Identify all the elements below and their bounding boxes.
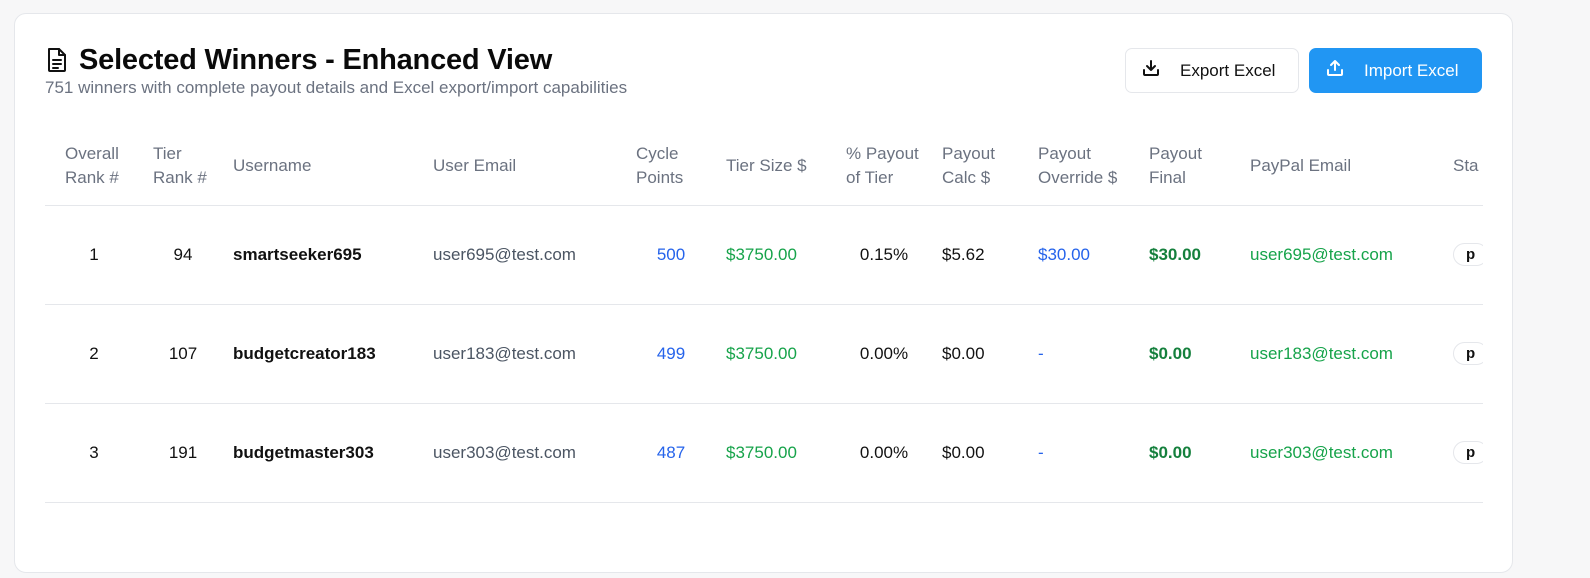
download-icon [1142, 59, 1180, 82]
export-excel-button[interactable]: Export Excel [1125, 48, 1299, 93]
tier-rank-cell: 94 [143, 205, 223, 305]
column-header-username[interactable]: Username [223, 128, 423, 206]
username-cell: budgetcreator183 [223, 304, 423, 404]
payout-calc-cell: $0.00 [932, 403, 1028, 503]
winners-card: Selected Winners - Enhanced View 751 win… [14, 13, 1513, 578]
import-excel-label: Import Excel [1364, 60, 1459, 80]
payout-pct-cell: 0.00% [836, 304, 932, 404]
status-cell: p [1443, 205, 1483, 305]
column-header-payout-pct[interactable]: % Payout of Tier [836, 128, 932, 206]
table-row[interactable] [45, 502, 1483, 578]
overall-rank-cell: 2 [45, 304, 143, 404]
document-icon [45, 47, 69, 73]
payout-final-cell: $0.00 [1139, 403, 1240, 503]
payout-override-cell[interactable]: - [1028, 304, 1139, 404]
column-header-payout-override[interactable]: Payout Override $ [1028, 128, 1139, 206]
title-row: Selected Winners - Enhanced View [45, 44, 627, 76]
column-header-paypal-email[interactable]: PayPal Email [1240, 128, 1443, 206]
tier-size-cell: $3750.00 [716, 403, 836, 503]
tier-rank-cell: 107 [143, 304, 223, 404]
payout-override-cell[interactable]: - [1028, 403, 1139, 503]
paypal-email-cell: user183@test.com [1240, 304, 1443, 404]
status-badge: p [1453, 243, 1483, 266]
user-email-cell: user303@test.com [423, 403, 626, 503]
payout-pct-cell: 0.15% [836, 205, 932, 305]
payout-final-cell: $0.00 [1139, 304, 1240, 404]
status-cell: p [1443, 304, 1483, 404]
export-excel-label: Export Excel [1180, 60, 1276, 80]
table-row[interactable]: 2 107 budgetcreator183 user183@test.com … [45, 304, 1483, 404]
username-cell: smartseeker695 [223, 205, 423, 305]
username-cell: budgetmaster303 [223, 403, 423, 503]
table-header: Overall Rank # Tier Rank # Username User… [45, 128, 1483, 206]
tier-size-cell: $3750.00 [716, 205, 836, 305]
table-row-partial [45, 502, 1483, 578]
user-email-cell: user695@test.com [423, 205, 626, 305]
column-header-payout-final[interactable]: Payout Final [1139, 128, 1240, 206]
table-row[interactable]: 3 191 budgetmaster303 user303@test.com 4… [45, 403, 1483, 503]
card-header: Selected Winners - Enhanced View 751 win… [45, 44, 627, 99]
page-title: Selected Winners - Enhanced View [79, 44, 553, 76]
payout-final-cell: $30.00 [1139, 205, 1240, 305]
column-header-tier-size[interactable]: Tier Size $ [716, 128, 836, 206]
column-header-cycle-points[interactable]: Cycle Points [626, 128, 716, 206]
import-excel-button[interactable]: Import Excel [1309, 48, 1482, 93]
status-cell: p [1443, 403, 1483, 503]
column-header-user-email[interactable]: User Email [423, 128, 626, 206]
overall-rank-cell: 1 [45, 205, 143, 305]
upload-icon [1326, 59, 1364, 82]
column-header-status[interactable]: Sta [1443, 128, 1483, 206]
cycle-points-cell: 500 [626, 205, 716, 305]
overall-rank-cell: 3 [45, 403, 143, 503]
page-subtitle: 751 winners with complete payout details… [45, 78, 628, 97]
header-actions: Export Excel Import Excel [1125, 48, 1482, 93]
status-badge: p [1453, 441, 1483, 464]
tier-size-cell: $3750.00 [716, 304, 836, 404]
table-row[interactable]: 1 94 smartseeker695 user695@test.com 500… [45, 205, 1483, 305]
paypal-email-cell: user303@test.com [1240, 403, 1443, 503]
cycle-points-cell: 499 [626, 304, 716, 404]
status-badge: p [1453, 342, 1483, 365]
column-header-tier-rank[interactable]: Tier Rank # [143, 128, 223, 206]
tier-rank-cell: 191 [143, 403, 223, 503]
payout-pct-cell: 0.00% [836, 403, 932, 503]
cycle-points-cell: 487 [626, 403, 716, 503]
table-body: 1 94 smartseeker695 user695@test.com 500… [45, 205, 1483, 578]
user-email-cell: user183@test.com [423, 304, 626, 404]
column-header-payout-calc[interactable]: Payout Calc $ [932, 128, 1028, 206]
payout-calc-cell: $0.00 [932, 304, 1028, 404]
winners-table-container[interactable]: Overall Rank # Tier Rank # Username User… [45, 128, 1483, 578]
winners-table: Overall Rank # Tier Rank # Username User… [45, 128, 1483, 578]
column-header-overall-rank[interactable]: Overall Rank # [45, 128, 143, 206]
paypal-email-cell: user695@test.com [1240, 205, 1443, 305]
payout-override-cell[interactable]: $30.00 [1028, 205, 1139, 305]
payout-calc-cell: $5.62 [932, 205, 1028, 305]
